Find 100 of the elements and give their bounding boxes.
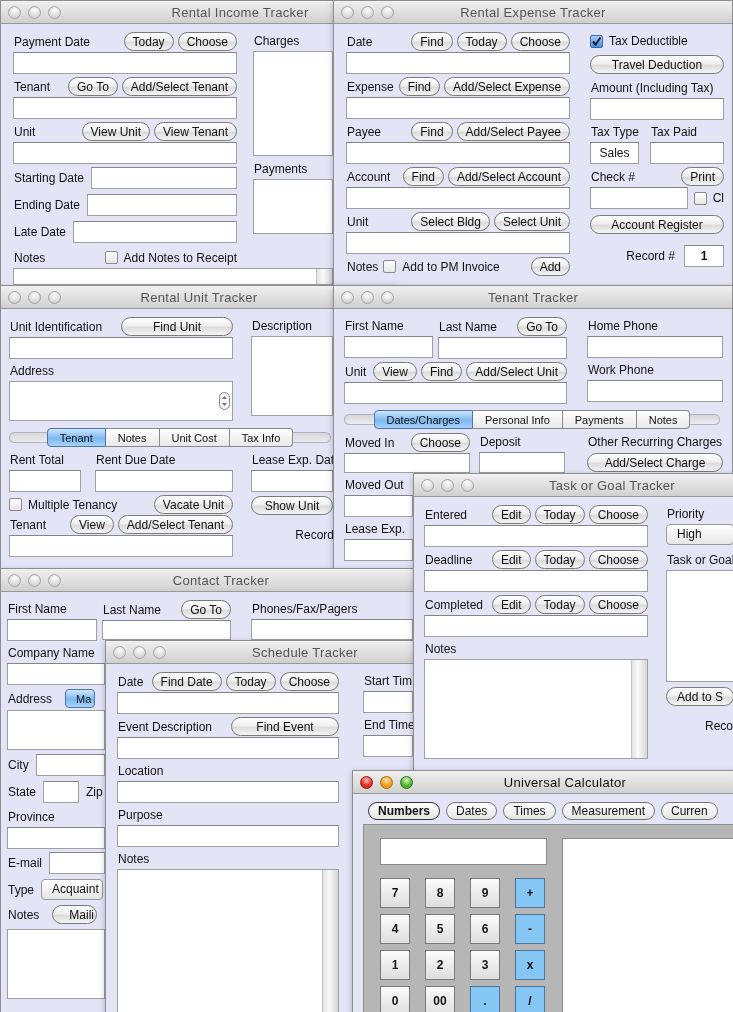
text-area[interactable] xyxy=(253,179,333,234)
push-button[interactable]: Go To xyxy=(181,600,231,619)
calculator-key[interactable]: 6 xyxy=(470,914,500,944)
push-button[interactable]: Vacate Unit xyxy=(153,495,233,514)
zoom-button[interactable] xyxy=(153,645,166,659)
scrollbar[interactable] xyxy=(631,660,647,758)
input-field[interactable] xyxy=(344,336,433,358)
input-field[interactable] xyxy=(363,735,413,757)
input-field[interactable] xyxy=(117,781,339,803)
input-field[interactable] xyxy=(13,52,237,74)
input-field[interactable] xyxy=(587,336,723,358)
minimize-button[interactable] xyxy=(28,290,41,304)
calculator-key[interactable]: 3 xyxy=(470,950,500,980)
push-button[interactable]: Find xyxy=(411,32,453,51)
push-button[interactable]: Show Unit xyxy=(251,496,333,515)
input-field[interactable] xyxy=(9,535,233,557)
calculator-key[interactable]: 9 xyxy=(470,878,500,908)
scrollbar[interactable] xyxy=(316,269,332,284)
input-field[interactable] xyxy=(650,142,724,164)
minimize-button[interactable] xyxy=(361,5,374,19)
calculator-key[interactable]: 4 xyxy=(380,914,410,944)
push-button[interactable]: Add/Select Tenant xyxy=(121,77,237,96)
input-field[interactable] xyxy=(9,337,233,359)
push-button[interactable]: Add/Select Expense xyxy=(444,77,571,96)
input-field[interactable] xyxy=(344,495,413,517)
push-button[interactable]: View xyxy=(70,515,114,534)
push-button[interactable]: Edit xyxy=(491,505,531,524)
push-button[interactable]: Add/Select Unit xyxy=(466,362,567,381)
zoom-button[interactable] xyxy=(381,290,394,304)
checkbox[interactable] xyxy=(104,251,118,264)
push-button[interactable]: Today xyxy=(534,505,585,524)
input-field[interactable] xyxy=(424,615,648,637)
push-button[interactable]: Add/Select Charge xyxy=(587,453,723,472)
minimize-button[interactable] xyxy=(133,645,146,659)
push-button[interactable]: Choose xyxy=(588,550,648,569)
input-field[interactable] xyxy=(344,453,470,473)
calculator-key[interactable]: 2 xyxy=(425,950,455,980)
minimize-button[interactable] xyxy=(441,478,454,492)
input-field[interactable] xyxy=(344,539,413,561)
mode-tab[interactable]: Curren xyxy=(661,802,718,820)
input-field[interactable] xyxy=(346,187,570,209)
checkbox[interactable] xyxy=(693,191,707,205)
checkbox[interactable] xyxy=(383,260,397,273)
tab[interactable]: Ma xyxy=(65,689,96,708)
input-field[interactable] xyxy=(102,620,231,640)
push-button[interactable]: Find xyxy=(411,122,453,141)
push-button[interactable]: Go To xyxy=(517,317,567,336)
input-field[interactable] xyxy=(13,97,237,119)
push-button[interactable]: Today xyxy=(123,32,174,51)
push-button[interactable]: View Tenant xyxy=(154,122,237,141)
input-field[interactable] xyxy=(13,142,237,164)
push-button[interactable]: Go To xyxy=(68,77,118,96)
push-button[interactable]: Today xyxy=(456,32,507,51)
mode-tab[interactable]: Measurement xyxy=(561,802,655,820)
tab[interactable]: Notes xyxy=(636,410,691,429)
input-field[interactable] xyxy=(251,619,413,640)
menu-button[interactable]: Maili xyxy=(52,905,98,924)
push-button[interactable]: View Unit xyxy=(81,122,151,141)
input-field[interactable] xyxy=(73,221,237,243)
calculator-key[interactable]: 5 xyxy=(425,914,455,944)
push-button[interactable]: Add/Select Payee xyxy=(456,122,570,141)
input-field[interactable] xyxy=(346,232,570,254)
push-button[interactable]: Choose xyxy=(177,32,237,51)
input-field[interactable] xyxy=(7,619,97,641)
text-area[interactable] xyxy=(7,710,105,750)
zoom-button[interactable] xyxy=(400,775,413,789)
input-field[interactable] xyxy=(344,382,567,404)
input-field[interactable] xyxy=(7,663,105,685)
push-button[interactable]: Add/Select Account xyxy=(447,167,570,186)
push-button[interactable]: Find xyxy=(402,167,444,186)
tab[interactable]: Unit Cost xyxy=(159,428,230,447)
push-button[interactable]: Print xyxy=(681,167,724,186)
scrollbar[interactable] xyxy=(322,870,338,1012)
tab[interactable]: Tax Info xyxy=(229,428,294,447)
checkbox[interactable] xyxy=(590,34,603,48)
push-button[interactable]: Add/Select Tenant xyxy=(117,515,233,534)
calculator-key[interactable]: + xyxy=(515,878,545,908)
calculator-key[interactable]: 8 xyxy=(425,878,455,908)
text-area[interactable] xyxy=(666,570,733,682)
tab[interactable]: Notes xyxy=(105,428,160,447)
input-field[interactable] xyxy=(590,187,688,209)
checkbox[interactable] xyxy=(9,498,22,511)
push-button[interactable]: Add to S xyxy=(666,687,733,706)
close-button[interactable] xyxy=(360,775,373,789)
popup-menu[interactable]: Acquaint xyxy=(41,879,103,900)
input-field[interactable] xyxy=(424,525,648,547)
input-field[interactable] xyxy=(117,737,339,759)
calculator-key[interactable]: 1 xyxy=(380,950,410,980)
input-field[interactable] xyxy=(346,52,570,74)
calculator-key[interactable]: - xyxy=(515,914,545,944)
input-field[interactable]: Sales xyxy=(590,142,639,164)
input-field[interactable] xyxy=(7,827,105,849)
text-area[interactable] xyxy=(7,929,105,999)
zoom-button[interactable] xyxy=(48,573,61,587)
push-button[interactable]: Today xyxy=(534,595,585,614)
push-button[interactable]: Choose xyxy=(510,32,570,51)
input-field[interactable] xyxy=(424,570,648,592)
push-button[interactable]: Account Register xyxy=(590,215,724,234)
input-field[interactable] xyxy=(43,781,80,803)
push-button[interactable]: Choose xyxy=(279,672,339,691)
